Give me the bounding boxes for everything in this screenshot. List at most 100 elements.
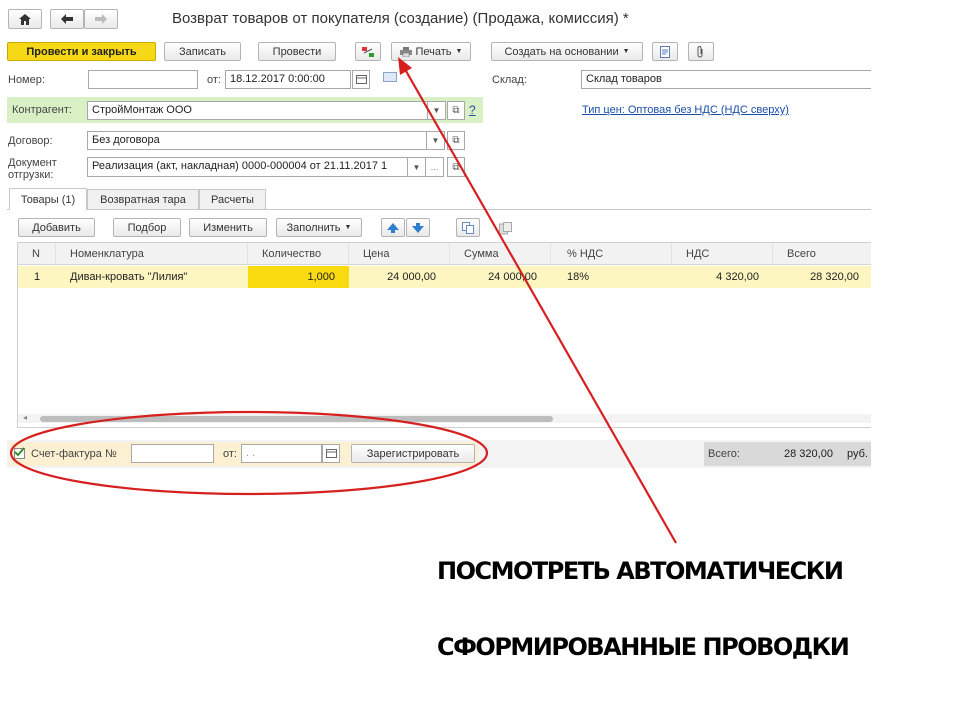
contract-open-button[interactable]: ⧉ — [447, 131, 465, 150]
column-header-price[interactable]: Цена — [349, 243, 450, 264]
copy-rows-button[interactable] — [456, 218, 480, 237]
chevron-down-icon: ▼ — [431, 136, 440, 145]
chevron-down-icon: ▼ — [455, 48, 463, 55]
warehouse-field[interactable]: Склад товаров — [581, 70, 871, 89]
invoice-date-label: от: — [223, 448, 237, 460]
move-up-button[interactable] — [381, 218, 405, 237]
document-icon — [660, 45, 670, 58]
shipment-open-button[interactable]: ⧉ — [447, 157, 465, 177]
ellipsis-icon: … — [430, 162, 439, 172]
create-based-on-button[interactable]: Создать на основании ▼ — [491, 42, 643, 61]
window-title: Возврат товаров от покупателя (создание)… — [172, 10, 629, 27]
scroll-left-icon[interactable]: ◂ — [23, 413, 27, 422]
invoice-number-field[interactable] — [131, 444, 214, 463]
printer-icon — [399, 46, 412, 57]
row-vat-rate: 18% — [567, 271, 590, 283]
column-header-vat[interactable]: НДС — [672, 243, 773, 264]
column-header-n[interactable]: N — [18, 243, 56, 264]
invoice-date-field[interactable]: . . — [241, 444, 322, 463]
number-field[interactable] — [88, 70, 198, 89]
forward-button[interactable] — [84, 9, 118, 29]
tab-returnable-containers[interactable]: Возвратная тара — [87, 189, 199, 209]
row-vat: 4 320,00 — [716, 271, 759, 283]
post-and-close-button[interactable]: Провести и закрыть — [7, 42, 156, 61]
comment-icon[interactable] — [383, 72, 397, 82]
copy-icon — [462, 221, 474, 234]
fill-button-label: Заполнить — [286, 221, 341, 234]
tab-strip-line — [7, 209, 871, 210]
tab-settlements[interactable]: Расчеты — [199, 189, 266, 209]
shipment-label-line1: Документ — [8, 157, 57, 169]
column-header-quantity[interactable]: Количество — [248, 243, 349, 264]
create-based-on-label: Создать на основании — [504, 45, 619, 58]
fill-button[interactable]: Заполнить ▼ — [276, 218, 362, 237]
shipment-dropdown[interactable]: ▼ — [408, 157, 426, 177]
shipment-label-line2: отгрузки: — [8, 169, 54, 181]
date-field[interactable]: 18.12.2017 0:00:00 — [225, 70, 351, 89]
scrollbar-thumb[interactable] — [40, 416, 553, 422]
total-label: Всего: — [708, 448, 740, 460]
dt-kt-icon — [362, 46, 374, 57]
paperclip-icon — [697, 45, 703, 57]
chevron-down-icon: ▼ — [622, 48, 630, 55]
arrow-right-icon — [95, 14, 107, 24]
counterparty-field[interactable]: СтройМонтаж ООО — [87, 101, 428, 120]
counterparty-open-button[interactable]: ⧉ — [447, 101, 465, 120]
home-icon — [19, 13, 31, 25]
price-type-link[interactable]: Тип цен: Оптовая без НДС (НДС сверху) — [582, 104, 789, 116]
row-quantity[interactable]: 1,000 — [248, 266, 349, 288]
row-item: Диван-кровать "Лилия" — [70, 271, 188, 283]
row-sum: 24 000,00 — [488, 271, 537, 283]
arrow-down-icon — [412, 222, 424, 233]
column-header-sum[interactable]: Сумма — [450, 243, 551, 264]
calendar-icon — [325, 449, 337, 458]
annotation-text-line1: ПОСМОТРЕТЬ АВТОМАТИЧЕСКИ — [437, 557, 844, 585]
open-icon: ⧉ — [452, 135, 460, 146]
contract-label: Договор: — [8, 135, 53, 147]
home-button[interactable] — [8, 9, 42, 29]
date-label: от: — [207, 74, 221, 86]
shipment-select-button[interactable]: … — [426, 157, 444, 177]
warehouse-label: Склад: — [492, 74, 527, 86]
arrow-up-icon — [387, 222, 399, 233]
shipment-document-field[interactable]: Реализация (акт, накладная) 0000-000004 … — [87, 157, 408, 177]
chevron-down-icon: ▼ — [344, 224, 352, 231]
contract-field[interactable]: Без договора — [87, 131, 427, 150]
add-row-button[interactable]: Добавить — [18, 218, 95, 237]
invoice-calendar-button[interactable] — [322, 444, 340, 463]
chevron-down-icon: ▼ — [412, 162, 421, 172]
dt-kt-button[interactable] — [355, 42, 381, 61]
calendar-icon — [355, 75, 367, 84]
checkmark-icon — [14, 447, 25, 457]
contract-dropdown[interactable]: ▼ — [427, 131, 445, 150]
annotation-text-line2: СФОРМИРОВАННЫЕ ПРОВОДКИ — [437, 633, 850, 661]
print-button-label: Печать — [415, 45, 452, 58]
print-button[interactable]: Печать ▼ — [391, 42, 471, 61]
number-label: Номер: — [8, 74, 45, 86]
back-button[interactable] — [50, 9, 84, 29]
attach-button[interactable] — [688, 42, 714, 61]
move-down-button[interactable] — [406, 218, 430, 237]
register-button[interactable]: Зарегистрировать — [351, 444, 475, 463]
edit-row-button[interactable]: Изменить — [189, 218, 267, 237]
column-header-item[interactable]: Номенклатура — [56, 243, 248, 264]
column-header-vat-rate[interactable]: % НДС — [551, 243, 672, 264]
counterparty-dropdown[interactable]: ▼ — [428, 101, 446, 120]
open-icon: ⧉ — [452, 105, 460, 116]
save-button[interactable]: Записать — [164, 42, 241, 61]
calendar-button[interactable] — [352, 70, 370, 89]
currency-label: руб. — [847, 448, 868, 460]
invoice-checkbox[interactable] — [14, 447, 25, 459]
help-link[interactable]: ? — [469, 103, 476, 117]
arrow-left-icon — [61, 14, 73, 24]
report-button[interactable] — [652, 42, 678, 61]
tab-goods[interactable]: Товары (1) — [9, 188, 87, 210]
open-icon: ⧉ — [452, 161, 460, 173]
post-button[interactable]: Провести — [258, 42, 336, 61]
counterparty-label: Контрагент: — [12, 104, 72, 116]
column-header-total[interactable]: Всего — [773, 243, 871, 264]
total-value: 28 320,00 — [784, 448, 833, 460]
selection-button[interactable]: Подбор — [113, 218, 181, 237]
paste-rows-icon[interactable] — [494, 220, 516, 236]
row-total: 28 320,00 — [810, 271, 859, 283]
